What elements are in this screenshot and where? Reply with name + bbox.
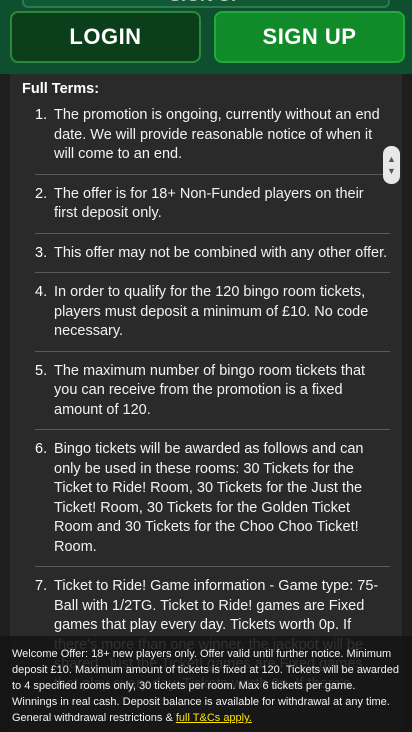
welcome-offer-footer: Welcome Offer: 18+ new players only. Off…	[0, 636, 412, 732]
signup-button[interactable]: SIGN UP	[214, 11, 405, 63]
term-text: The offer is for 18+ Non-Funded players …	[54, 185, 364, 222]
scroll-control[interactable]: ▲ ▼	[383, 146, 400, 184]
top-bar: SIGN UP LOGIN SIGN UP	[0, 0, 412, 74]
terms-title: Full Terms:	[22, 81, 100, 97]
term-item: 2. The offer is for 18+ Non-Funded playe…	[35, 185, 390, 234]
term-number: 4.	[35, 284, 48, 300]
partial-signup-button[interactable]: SIGN UP	[22, 0, 390, 8]
term-item: 4. In order to qualify for the 120 bingo…	[35, 283, 390, 352]
term-number: 5.	[35, 362, 48, 379]
term-number: 6.	[35, 441, 48, 457]
chevron-down-icon[interactable]: ▼	[387, 165, 396, 177]
term-number: 1.	[35, 107, 48, 123]
chevron-up-icon[interactable]: ▲	[387, 153, 396, 165]
login-button[interactable]: LOGIN	[10, 11, 201, 63]
term-text: Bingo tickets will be awarded as follows…	[54, 441, 364, 555]
term-text: The promotion is ongoing, currently with…	[54, 107, 380, 162]
term-text: In order to qualify for the 120 bingo ro…	[54, 284, 369, 339]
term-text: This offer may not be combined with any …	[54, 244, 388, 261]
full-terms-link[interactable]: full T&Cs apply.	[176, 712, 252, 724]
terms-panel[interactable]: Full Terms: 1. The promotion is ongoing,…	[10, 74, 402, 732]
term-item: 1. The promotion is ongoing, currently w…	[35, 106, 390, 175]
term-text: The maximum number of bingo room tickets…	[54, 362, 366, 418]
term-number: 3.	[35, 244, 48, 261]
term-item: 5. The maximum number of bingo room tick…	[35, 362, 390, 430]
term-item: 3. This offer may not be combined with a…	[35, 244, 390, 273]
term-item: 6. Bingo tickets will be awarded as foll…	[35, 440, 390, 567]
term-number: 2.	[35, 185, 48, 202]
